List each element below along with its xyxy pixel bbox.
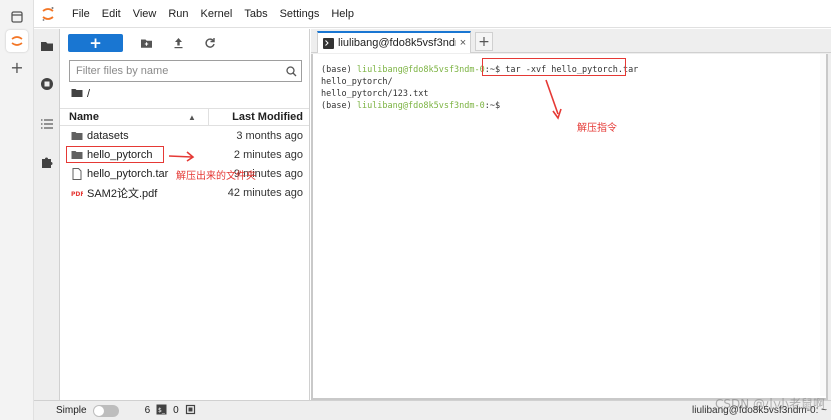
- file-modified: 42 minutes ago: [227, 186, 303, 199]
- prompt-user: liulibang@fdo8k5vsf3ndm-0: [356, 65, 485, 75]
- tab-label: liulibang@fdo8k5vsf3ndm-0: ~: [338, 37, 456, 49]
- command-annotation: 解压指令: [577, 123, 617, 134]
- add-tab-button[interactable]: +: [475, 32, 493, 51]
- breadcrumb-folder-icon[interactable]: [71, 88, 83, 101]
- file-row-sam2-pdf[interactable]: PDF SAM2论文.pdf 42 minutes ago: [60, 183, 309, 202]
- column-divider[interactable]: [208, 109, 209, 126]
- file-modified: 2 minutes ago: [233, 148, 303, 161]
- activity-bar: [34, 29, 60, 400]
- file-list: datasets 3 months ago hello_pytorch 2 mi…: [60, 126, 309, 202]
- menu-kernel[interactable]: Kernel: [195, 0, 239, 28]
- column-name[interactable]: Name: [69, 111, 99, 123]
- window-icon[interactable]: [8, 8, 26, 26]
- menu-edit[interactable]: Edit: [96, 0, 127, 28]
- svg-text:PDF: PDF: [71, 191, 83, 198]
- terminal-count[interactable]: 6: [145, 405, 151, 416]
- simple-mode-label: Simple: [56, 405, 87, 416]
- file-browser-panel: + / Name ▲ Las: [60, 29, 310, 400]
- jupyterlab-window: File Edit View Run Kernel Tabs Settings …: [34, 0, 831, 420]
- command-highlight-box: [482, 58, 626, 76]
- sort-ascending-icon[interactable]: ▲: [188, 113, 196, 122]
- prompt-path: :~$: [484, 101, 501, 111]
- menu-run[interactable]: Run: [162, 0, 194, 28]
- terminal-line: hello_pytorch/123.txt: [321, 89, 429, 99]
- add-app-icon[interactable]: +: [8, 58, 26, 77]
- file-name: hello_pytorch.tar: [87, 167, 169, 180]
- terminal-status-icon[interactable]: $_: [156, 404, 167, 418]
- search-icon: [281, 65, 301, 77]
- column-last-modified[interactable]: Last Modified: [232, 111, 303, 123]
- svg-text:$_: $_: [158, 407, 166, 414]
- table-of-contents-icon[interactable]: [38, 115, 56, 133]
- breadcrumb: /: [71, 87, 90, 101]
- file-row-datasets[interactable]: datasets 3 months ago: [60, 126, 309, 145]
- file-modified: 3 months ago: [236, 129, 303, 142]
- filter-files-input[interactable]: [70, 62, 281, 80]
- prompt-user: liulibang@fdo8k5vsf3ndm-0: [356, 101, 485, 111]
- filter-files-box: [69, 60, 302, 82]
- kernel-count[interactable]: 0: [173, 405, 179, 416]
- tab-terminal[interactable]: liulibang@fdo8k5vsf3ndm-0: ~ ×: [317, 31, 471, 53]
- refresh-icon[interactable]: [201, 34, 219, 52]
- terminal-scrollbar[interactable]: [820, 54, 826, 396]
- file-browser-toolbar: +: [68, 33, 219, 53]
- menu-settings[interactable]: Settings: [274, 0, 326, 28]
- folder-arrow-icon: [168, 151, 195, 162]
- breadcrumb-root[interactable]: /: [87, 88, 90, 100]
- folder-highlight-box: [66, 146, 164, 163]
- new-folder-icon[interactable]: [137, 34, 155, 52]
- menu-tabs[interactable]: Tabs: [238, 0, 273, 28]
- terminal-line: hello_pytorch/: [321, 77, 393, 87]
- upload-icon[interactable]: [169, 34, 187, 52]
- jupyter-logo-icon: [34, 0, 62, 28]
- folder-icon[interactable]: [38, 37, 56, 55]
- pdf-icon: PDF: [71, 187, 83, 199]
- kernel-status-icon[interactable]: [185, 404, 196, 418]
- menu-file[interactable]: File: [66, 0, 96, 28]
- menu-help[interactable]: Help: [325, 0, 360, 28]
- running-kernels-icon[interactable]: [38, 75, 56, 93]
- simple-mode-toggle[interactable]: [92, 404, 119, 417]
- folder-annotation: 解压出来的文件夹: [176, 171, 256, 182]
- file-name: datasets: [87, 129, 129, 142]
- file-icon: [71, 167, 83, 180]
- main-dock-area: liulibang@fdo8k5vsf3ndm-0: ~ × + (base) …: [311, 29, 831, 400]
- terminal-output[interactable]: (base) liulibang@fdo8k5vsf3ndm-0:~$ tar …: [311, 54, 828, 400]
- terminal-icon: [323, 37, 334, 49]
- system-sidebar: +: [0, 0, 34, 420]
- prompt-prefix: (base): [321, 65, 357, 75]
- menu-view[interactable]: View: [127, 0, 163, 28]
- terminal-line: (base) liulibang@fdo8k5vsf3ndm-0:~$: [321, 100, 818, 112]
- command-arrow-icon: [545, 79, 562, 120]
- prompt-prefix: (base): [321, 101, 357, 111]
- menu-bar: File Edit View Run Kernel Tabs Settings …: [34, 0, 831, 28]
- status-bar: Simple 6 $_ 0 liulibang@fdo8k5vsf3ndm-0:…: [34, 400, 831, 420]
- watermark: CSDN @小小老鼠啊: [714, 397, 825, 411]
- extensions-icon[interactable]: [38, 153, 56, 171]
- jupyter-app-icon[interactable]: [6, 30, 28, 52]
- tab-bar: liulibang@fdo8k5vsf3ndm-0: ~ × +: [311, 29, 831, 53]
- folder-icon: [71, 130, 83, 142]
- new-launcher-button[interactable]: +: [68, 34, 123, 52]
- file-list-header: Name ▲ Last Modified: [60, 108, 309, 126]
- file-name: SAM2论文.pdf: [87, 187, 158, 200]
- close-tab-icon[interactable]: ×: [456, 37, 470, 49]
